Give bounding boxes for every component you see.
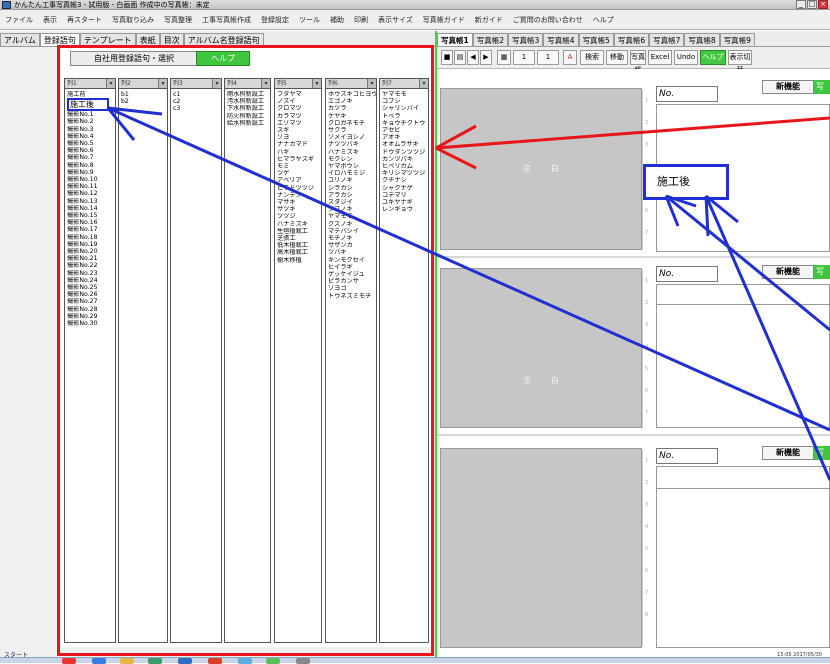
blank-label-right: 白 <box>551 164 559 173</box>
print-icon[interactable]: ▤ <box>454 50 466 65</box>
album-button[interactable]: 写真帳 <box>630 50 646 74</box>
start-button[interactable]: スタート <box>4 652 28 660</box>
menu-item[interactable]: ファイル <box>0 10 38 29</box>
tools-icon[interactable] <box>266 658 280 664</box>
left-tab[interactable]: アルバム <box>0 33 40 46</box>
maximize-button[interactable]: □ <box>807 0 817 9</box>
album-tab[interactable]: 写真帳3 <box>508 33 544 46</box>
paint-icon[interactable] <box>238 658 252 664</box>
taskbar: スタート 15:05 2017/05/30 <box>0 652 830 664</box>
ie-icon[interactable] <box>92 658 106 664</box>
folder-icon[interactable] <box>120 658 134 664</box>
photo-ruler: 1234567 <box>642 270 654 428</box>
menu-item[interactable]: 登録設定 <box>256 10 294 29</box>
font-button[interactable]: A <box>563 50 577 65</box>
minimize-button[interactable]: _ <box>796 0 806 9</box>
photo-no-field[interactable]: No. <box>656 86 718 102</box>
menu-item[interactable]: ヘルプ <box>588 10 619 29</box>
clock-time: 15:05 <box>777 652 792 658</box>
menu-bar: ファイル 表示 再スタート 写真取り込み 写真整理 工事写真帳作成 登録設定 ツール 補助 印刷表… <box>0 10 830 30</box>
toolbar-help-button[interactable]: ヘルプ <box>700 50 726 65</box>
clock-date: 2017/05/30 <box>793 652 822 658</box>
caption-callout: 施工後 <box>643 164 729 200</box>
photo-slot-2[interactable]: 余白 <box>440 268 642 428</box>
clock[interactable]: 15:05 2017/05/30 <box>777 652 822 658</box>
menu-item[interactable]: 新ガイド <box>470 10 508 29</box>
album-toolbar: ■ ▤ ◀ ▶ ▦ 1 1 A 検索 移動 写真帳 Excel Undo ヘルプ… <box>437 47 830 74</box>
menu-item[interactable]: 表示サイズ <box>373 10 418 29</box>
right-tab-strip: 写真帳1 写真帳2 写真帳3 写真帳4 写真帳5 写真帳6 写真帳7 写真帳8 写真帳9 <box>437 31 830 47</box>
album-tab[interactable]: 写真帳7 <box>649 33 685 46</box>
media-icon[interactable] <box>208 658 222 664</box>
photo-edge-tab[interactable]: 写 <box>814 80 830 94</box>
photo-slot-3[interactable] <box>440 448 642 648</box>
menu-item[interactable]: 写真取り込み <box>107 10 159 29</box>
first-page-icon[interactable]: ◀ <box>467 50 479 65</box>
photo-memo-box[interactable] <box>656 488 830 648</box>
title-bar: かんたん工事写真帳3 - 試用版 - 白画面 作成中の写真帳：未定 _ □ × <box>0 0 830 10</box>
new-feature-button[interactable]: 新機能 <box>762 446 814 460</box>
photo-app-icon[interactable] <box>178 658 192 664</box>
menu-item[interactable]: 補助 <box>325 10 349 29</box>
slot-divider <box>437 434 830 436</box>
photo-slot-1[interactable]: 余白 <box>440 88 642 250</box>
blank-label-right: 白 <box>551 376 559 385</box>
album-tab[interactable]: 写真帳6 <box>613 33 650 46</box>
blank-label-left: 余 <box>523 164 531 173</box>
menu-item[interactable]: 工事写真帳作成 <box>197 10 256 29</box>
excel-button[interactable]: Excel <box>648 50 672 65</box>
album-tab[interactable]: 写真帳1 <box>437 33 473 46</box>
red-highlight-frame <box>57 45 434 656</box>
undo-button[interactable]: Undo <box>674 50 698 65</box>
album-tab[interactable]: 写真帳2 <box>472 33 508 46</box>
close-button[interactable]: × <box>818 0 828 9</box>
album-tab[interactable]: 写真帳5 <box>578 33 614 46</box>
menu-item[interactable]: ツール <box>294 10 325 29</box>
menu-item[interactable]: 印刷 <box>349 10 373 29</box>
photo-no-field[interactable]: No. <box>656 266 718 282</box>
running-app-icon[interactable] <box>296 658 310 664</box>
blank-label-left: 余 <box>523 376 531 385</box>
menu-item[interactable]: ご質問のお問い合わせ <box>508 10 588 29</box>
app-taskbar-icon[interactable] <box>148 658 162 664</box>
window-title: かんたん工事写真帳3 - 試用版 - 白画面 作成中の写真帳：未定 <box>14 1 210 9</box>
photo-edge-tab[interactable]: 写 <box>814 446 830 460</box>
view-toggle-button[interactable]: 表示切替 <box>728 50 752 74</box>
browser-icon[interactable] <box>62 658 76 664</box>
photo-ruler: 12345678 <box>642 450 654 646</box>
move-button[interactable]: 移動 <box>606 50 628 65</box>
menu-item[interactable]: 再スタート <box>62 10 107 29</box>
new-feature-button[interactable]: 新機能 <box>762 265 814 279</box>
menu-item[interactable]: 写真整理 <box>159 10 197 29</box>
page-total-field: 1 <box>537 50 559 65</box>
slot-divider <box>437 256 830 258</box>
menu-item[interactable]: 表示 <box>38 10 62 29</box>
album-tab[interactable]: 写真帳8 <box>684 33 720 46</box>
app-icon <box>2 1 11 9</box>
new-feature-button[interactable]: 新機能 <box>762 80 814 94</box>
save-icon[interactable]: ■ <box>441 50 453 65</box>
menu-item[interactable]: 写真帳ガイド <box>418 10 470 29</box>
album-tab[interactable]: 写真帳9 <box>719 33 755 46</box>
next-page-icon[interactable]: ▶ <box>480 50 492 65</box>
photo-no-field[interactable]: No. <box>656 448 718 464</box>
search-button[interactable]: 検索 <box>580 50 604 65</box>
photo-memo-box[interactable] <box>656 304 830 428</box>
page-current-field[interactable]: 1 <box>513 50 535 65</box>
album-tab[interactable]: 写真帳4 <box>543 33 579 46</box>
photo-edge-tab[interactable]: 写 <box>814 265 830 279</box>
pages-icon[interactable]: ▦ <box>497 50 511 65</box>
